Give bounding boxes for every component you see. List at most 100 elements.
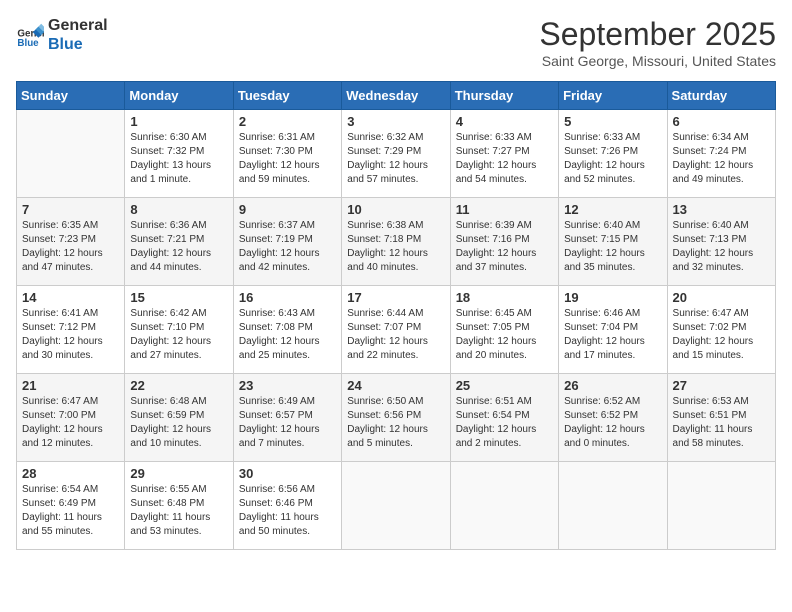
calendar-cell: 22 Sunrise: 6:48 AM Sunset: 6:59 PM Dayli… (125, 374, 233, 462)
calendar-cell: 21 Sunrise: 6:47 AM Sunset: 7:00 PM Dayli… (17, 374, 125, 462)
day-info: Sunrise: 6:40 AM Sunset: 7:15 PM Dayligh… (564, 219, 661, 275)
location-title: Saint George, Missouri, United States (539, 53, 776, 69)
page-header: General Blue General Blue September 2025… (16, 16, 776, 69)
calendar-cell: 13 Sunrise: 6:40 AM Sunset: 7:13 PM Dayli… (667, 198, 775, 286)
calendar-cell: 11 Sunrise: 6:39 AM Sunset: 7:16 PM Dayli… (450, 198, 558, 286)
day-info: Sunrise: 6:41 AM Sunset: 7:12 PM Dayligh… (22, 307, 119, 363)
weekday-header: Friday (559, 82, 667, 110)
day-info: Sunrise: 6:38 AM Sunset: 7:18 PM Dayligh… (347, 219, 444, 275)
day-info: Sunrise: 6:35 AM Sunset: 7:23 PM Dayligh… (22, 219, 119, 275)
day-info: Sunrise: 6:50 AM Sunset: 6:56 PM Dayligh… (347, 395, 444, 451)
weekday-header: Wednesday (342, 82, 450, 110)
day-number: 9 (239, 202, 336, 217)
calendar-cell: 18Sunrise: 6:45 AM Sunset: 7:05 PM Dayli… (450, 286, 558, 374)
day-info: Sunrise: 6:40 AM Sunset: 7:13 PM Dayligh… (673, 219, 770, 275)
calendar-cell: 14 Sunrise: 6:41 AM Sunset: 7:12 PM Dayli… (17, 286, 125, 374)
day-number: 25 (456, 378, 553, 393)
day-number: 12 (564, 202, 661, 217)
day-info: Sunrise: 6:45 AM Sunset: 7:05 PM Dayligh… (456, 307, 553, 363)
day-info: Sunrise: 6:36 AM Sunset: 7:21 PM Dayligh… (130, 219, 227, 275)
calendar-cell: 19 Sunrise: 6:46 AM Sunset: 7:04 PM Dayli… (559, 286, 667, 374)
day-number: 20 (673, 290, 770, 305)
day-number: 5 (564, 114, 661, 129)
weekday-header: Tuesday (233, 82, 341, 110)
calendar-header: SundayMondayTuesdayWednesdayThursdayFrid… (17, 82, 776, 110)
svg-text:Blue: Blue (17, 38, 39, 49)
logo-text-blue: Blue (48, 35, 108, 54)
calendar-cell: 9Sunrise: 6:37 AM Sunset: 7:19 PM Daylig… (233, 198, 341, 286)
day-info: Sunrise: 6:32 AM Sunset: 7:29 PM Dayligh… (347, 131, 444, 187)
calendar-cell: 12 Sunrise: 6:40 AM Sunset: 7:15 PM Dayli… (559, 198, 667, 286)
day-number: 29 (130, 466, 227, 481)
day-number: 10 (347, 202, 444, 217)
day-info: Sunrise: 6:47 AM Sunset: 7:00 PM Dayligh… (22, 395, 119, 451)
calendar-cell: 1 Sunrise: 6:30 AM Sunset: 7:32 PM Daylig… (125, 110, 233, 198)
calendar-header-row: SundayMondayTuesdayWednesdayThursdayFrid… (17, 82, 776, 110)
calendar-cell: 15Sunrise: 6:42 AM Sunset: 7:10 PM Dayli… (125, 286, 233, 374)
day-number: 6 (673, 114, 770, 129)
day-number: 4 (456, 114, 553, 129)
calendar-cell: 27 Sunrise: 6:53 AM Sunset: 6:51 PM Dayli… (667, 374, 775, 462)
day-info: Sunrise: 6:53 AM Sunset: 6:51 PM Dayligh… (673, 395, 770, 451)
day-number: 24 (347, 378, 444, 393)
day-info: Sunrise: 6:33 AM Sunset: 7:26 PM Dayligh… (564, 131, 661, 187)
calendar-cell: 3 Sunrise: 6:32 AM Sunset: 7:29 PM Daylig… (342, 110, 450, 198)
month-title: September 2025 (539, 16, 776, 53)
day-info: Sunrise: 6:47 AM Sunset: 7:02 PM Dayligh… (673, 307, 770, 363)
calendar-cell (17, 110, 125, 198)
day-number: 14 (22, 290, 119, 305)
logo: General Blue General Blue (16, 16, 108, 54)
day-number: 22 (130, 378, 227, 393)
day-info: Sunrise: 6:52 AM Sunset: 6:52 PM Dayligh… (564, 395, 661, 451)
calendar-cell: 25 Sunrise: 6:51 AM Sunset: 6:54 PM Dayli… (450, 374, 558, 462)
calendar-cell: 8 Sunrise: 6:36 AM Sunset: 7:21 PM Daylig… (125, 198, 233, 286)
calendar-cell: 20 Sunrise: 6:47 AM Sunset: 7:02 PM Dayli… (667, 286, 775, 374)
day-info: Sunrise: 6:56 AM Sunset: 6:46 PM Dayligh… (239, 483, 336, 539)
day-info: Sunrise: 6:33 AM Sunset: 7:27 PM Dayligh… (456, 131, 553, 187)
logo-text-general: General (48, 16, 108, 35)
day-number: 3 (347, 114, 444, 129)
day-number: 8 (130, 202, 227, 217)
calendar-cell: 26Sunrise: 6:52 AM Sunset: 6:52 PM Dayli… (559, 374, 667, 462)
calendar-week-row: 28Sunrise: 6:54 AM Sunset: 6:49 PM Dayli… (17, 462, 776, 550)
calendar-cell: 10 Sunrise: 6:38 AM Sunset: 7:18 PM Dayli… (342, 198, 450, 286)
weekday-header: Saturday (667, 82, 775, 110)
calendar-week-row: 7 Sunrise: 6:35 AM Sunset: 7:23 PM Daylig… (17, 198, 776, 286)
day-number: 11 (456, 202, 553, 217)
day-info: Sunrise: 6:42 AM Sunset: 7:10 PM Dayligh… (130, 307, 227, 363)
title-block: September 2025 Saint George, Missouri, U… (539, 16, 776, 69)
weekday-header: Sunday (17, 82, 125, 110)
day-info: Sunrise: 6:34 AM Sunset: 7:24 PM Dayligh… (673, 131, 770, 187)
calendar-cell (342, 462, 450, 550)
day-number: 19 (564, 290, 661, 305)
day-info: Sunrise: 6:55 AM Sunset: 6:48 PM Dayligh… (130, 483, 227, 539)
calendar-cell: 7 Sunrise: 6:35 AM Sunset: 7:23 PM Daylig… (17, 198, 125, 286)
calendar-table: SundayMondayTuesdayWednesdayThursdayFrid… (16, 81, 776, 550)
day-number: 28 (22, 466, 119, 481)
day-info: Sunrise: 6:48 AM Sunset: 6:59 PM Dayligh… (130, 395, 227, 451)
day-info: Sunrise: 6:44 AM Sunset: 7:07 PM Dayligh… (347, 307, 444, 363)
day-number: 13 (673, 202, 770, 217)
calendar-cell: 16Sunrise: 6:43 AM Sunset: 7:08 PM Dayli… (233, 286, 341, 374)
calendar-cell (450, 462, 558, 550)
calendar-cell (559, 462, 667, 550)
calendar-cell: 17 Sunrise: 6:44 AM Sunset: 7:07 PM Dayli… (342, 286, 450, 374)
day-number: 30 (239, 466, 336, 481)
day-info: Sunrise: 6:46 AM Sunset: 7:04 PM Dayligh… (564, 307, 661, 363)
day-number: 7 (22, 202, 119, 217)
weekday-header: Thursday (450, 82, 558, 110)
calendar-week-row: 21 Sunrise: 6:47 AM Sunset: 7:00 PM Dayli… (17, 374, 776, 462)
day-info: Sunrise: 6:51 AM Sunset: 6:54 PM Dayligh… (456, 395, 553, 451)
calendar-week-row: 14 Sunrise: 6:41 AM Sunset: 7:12 PM Dayli… (17, 286, 776, 374)
calendar-cell: 2Sunrise: 6:31 AM Sunset: 7:30 PM Daylig… (233, 110, 341, 198)
day-number: 27 (673, 378, 770, 393)
calendar-cell: 4 Sunrise: 6:33 AM Sunset: 7:27 PM Daylig… (450, 110, 558, 198)
day-info: Sunrise: 6:39 AM Sunset: 7:16 PM Dayligh… (456, 219, 553, 275)
weekday-header: Monday (125, 82, 233, 110)
calendar-cell: 5 Sunrise: 6:33 AM Sunset: 7:26 PM Daylig… (559, 110, 667, 198)
day-number: 23 (239, 378, 336, 393)
day-number: 21 (22, 378, 119, 393)
day-info: Sunrise: 6:30 AM Sunset: 7:32 PM Dayligh… (130, 131, 227, 187)
day-number: 17 (347, 290, 444, 305)
day-number: 1 (130, 114, 227, 129)
